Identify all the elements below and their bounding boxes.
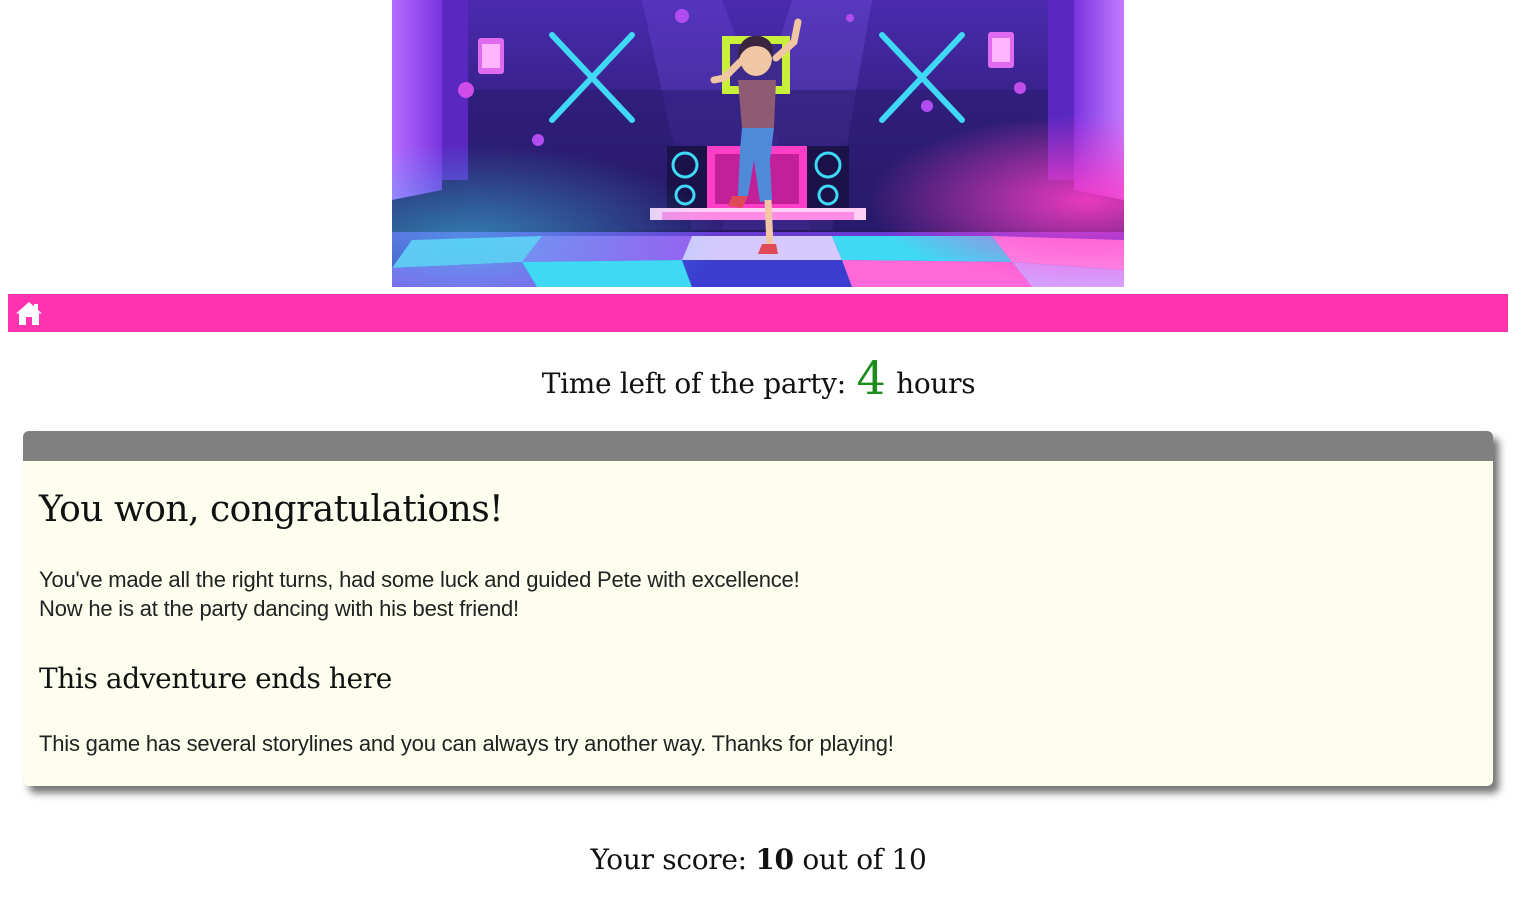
score-total: out of 10	[802, 843, 927, 876]
story-title: You won, congratulations!	[39, 489, 504, 530]
story-line-1: You've made all the right turns, had som…	[39, 567, 800, 592]
story-card-header	[23, 431, 1493, 461]
page: Time left of the party: 4 hours You won,…	[0, 0, 1517, 901]
hours-unit-label: hours	[896, 367, 976, 400]
time-left-label: Time left of the party:	[541, 367, 846, 400]
story-closing-text: This game has several storylines and you…	[39, 731, 894, 756]
dance-party-illustration	[392, 0, 1124, 287]
nav-bar	[8, 294, 1508, 332]
hero-image	[392, 0, 1124, 287]
story-line-2: Now he is at the party dancing with his …	[39, 596, 519, 621]
story-card-body: You won, congratulations! You've made al…	[23, 487, 1493, 758]
score-value: 10	[755, 843, 794, 876]
story-card: You won, congratulations! You've made al…	[23, 431, 1493, 786]
score-display: Your score: 10 out of 10	[0, 838, 1517, 882]
time-left-display: Time left of the party: 4 hours	[0, 350, 1517, 412]
score-label: Your score:	[590, 843, 748, 876]
story-subtitle: This adventure ends here	[39, 662, 392, 695]
story-text: You've made all the right turns, had som…	[39, 565, 1477, 623]
home-icon[interactable]	[15, 300, 43, 326]
home-button[interactable]	[14, 298, 44, 328]
hours-left-value: 4	[856, 351, 886, 405]
